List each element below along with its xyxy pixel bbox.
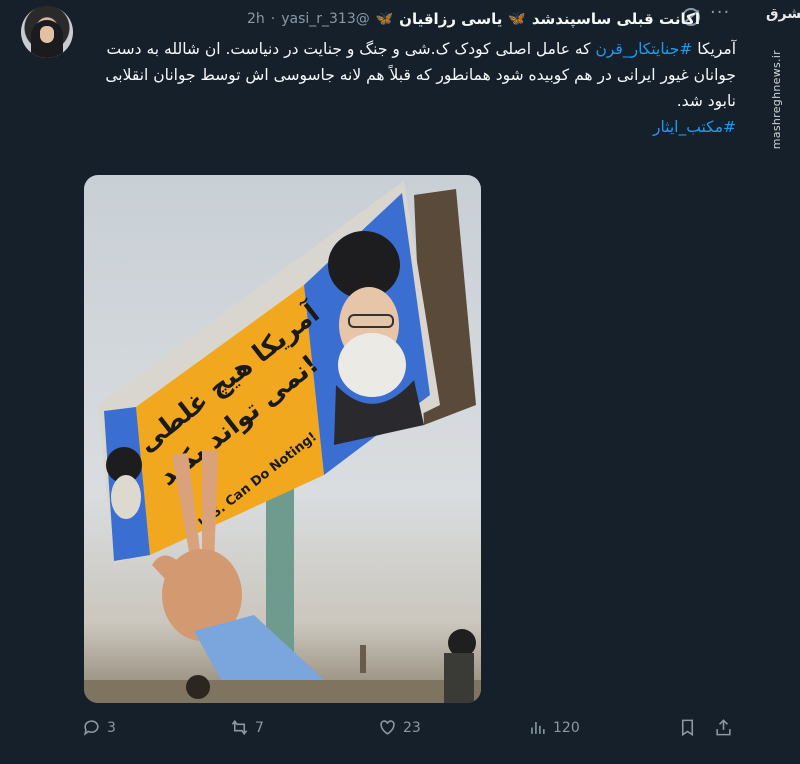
bookmark-icon xyxy=(681,719,694,737)
like-icon xyxy=(380,720,395,735)
retweet-button[interactable]: 7 xyxy=(230,718,264,737)
photo-illustration: آمریکا هیچ غلطی نمی تواند بکند! U.S. Can… xyxy=(84,181,481,703)
hashtag-link[interactable]: #جنایتکار_قرن xyxy=(595,40,692,58)
tweet-header: اکانت قبلی ساسپندشد 🦋 یاسی رزاقیان 🦋 @ya… xyxy=(247,8,700,30)
share-button[interactable] xyxy=(714,718,733,737)
views-icon xyxy=(531,721,545,734)
hashtag-link[interactable]: #مکتب_ایثار xyxy=(653,118,736,136)
tweet-photo[interactable]: آمریکا هیچ غلطی نمی تواند بکند! U.S. Can… xyxy=(84,175,481,703)
views-count: 120 xyxy=(553,719,580,736)
reply-button[interactable]: 3 xyxy=(82,718,116,737)
butterfly-icon: 🦋 xyxy=(375,11,394,27)
bookmark-button[interactable] xyxy=(678,718,697,737)
watermark-site: mashreghnews.ir xyxy=(770,50,783,150)
watermark-logo: مشرق xyxy=(766,6,800,22)
reply-count: 3 xyxy=(107,719,116,736)
tweet-text: آمریکا #جنایتکار_قرن که عامل اصلی کودک ک… xyxy=(86,36,736,140)
display-name-suffix[interactable]: اکانت قبلی ساسپندشد xyxy=(532,10,700,28)
reply-icon xyxy=(83,720,99,736)
like-count: 23 xyxy=(403,719,421,736)
separator-dot: · xyxy=(270,11,276,27)
avatar[interactable] xyxy=(21,6,73,58)
tweet-text-part: آمریکا xyxy=(692,40,736,58)
like-button[interactable]: 23 xyxy=(378,718,421,737)
display-name[interactable]: یاسی رزاقیان xyxy=(399,10,502,28)
user-handle[interactable]: @yasi_r_313 xyxy=(281,11,370,27)
more-icon[interactable]: ··· xyxy=(710,4,730,22)
retweet-icon xyxy=(231,719,248,736)
timestamp[interactable]: 2h xyxy=(247,11,265,27)
tweet-actions: 3 7 23 120 xyxy=(82,718,742,748)
site-watermark: مشرق mashreghnews.ir xyxy=(760,0,800,764)
avatar-face xyxy=(40,26,54,43)
butterfly-icon: 🦋 xyxy=(508,11,526,27)
tweet[interactable]: ··· اکانت قبلی ساسپندشد 🦋 یاسی رزاقیان 🦋… xyxy=(0,0,760,764)
retweet-count: 7 xyxy=(255,719,264,736)
share-icon xyxy=(716,719,731,736)
views-button[interactable]: 120 xyxy=(528,718,580,737)
